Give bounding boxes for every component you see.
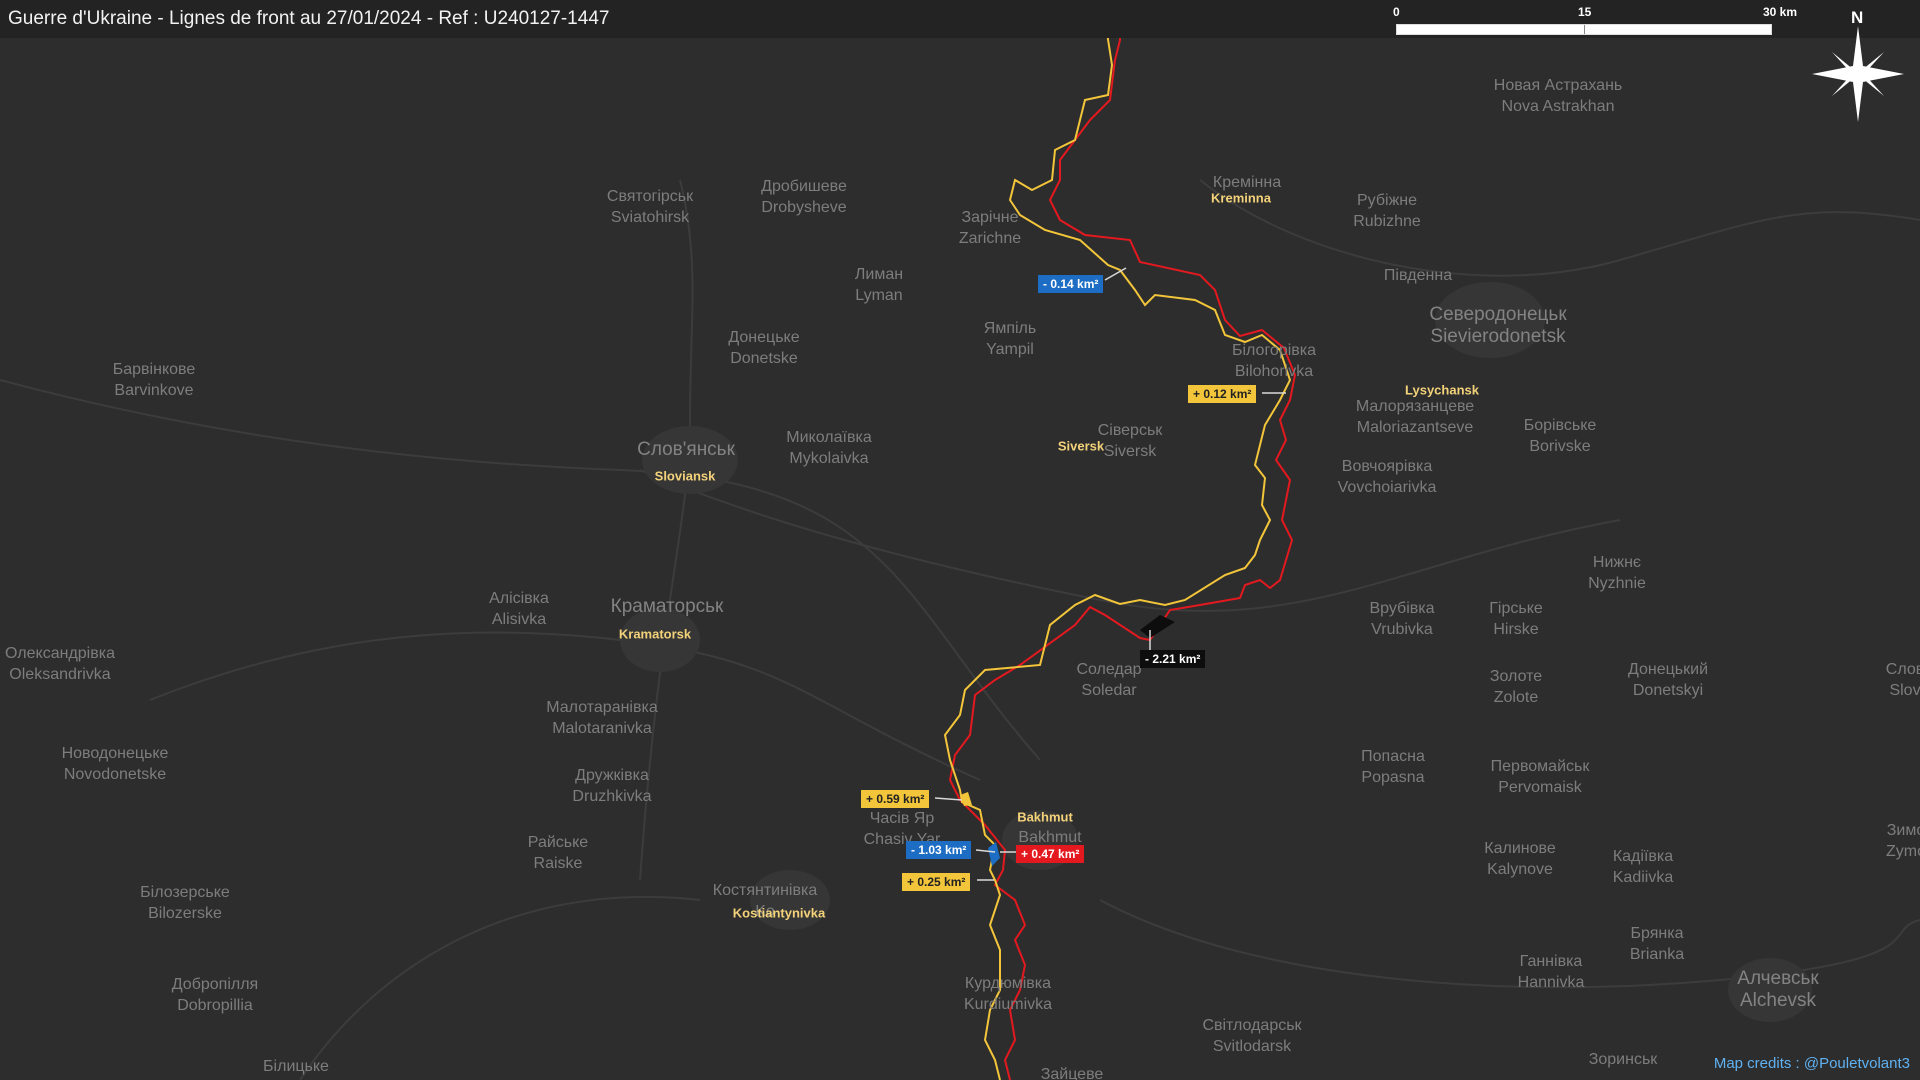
place-nyzhnie: Нижнє Nyzhnie (1588, 554, 1646, 592)
city-lysychansk: Lysychansk (1405, 382, 1479, 398)
place-zorynsk: Зоринськ (1588, 1051, 1658, 1068)
place-raiske: Райське Raiske (527, 834, 589, 872)
place-oleksandrivka: Олександрівка Oleksandrivka (5, 645, 115, 683)
place-kramatorsk: Краматорськ (610, 596, 724, 617)
place-kalynove: Калинове Kalynove (1484, 840, 1556, 878)
place-barvinkove: Барвінкове Barvinkove (112, 361, 196, 399)
place-mykolaivka: Миколаївка Mykolaivka (786, 429, 872, 467)
place-bilohorivka: Білогорівка Bilohorivka (1231, 342, 1317, 380)
place-popasna: Попасна Popasna (1361, 748, 1425, 786)
place-donetskyi: Донецький Donetskyi (1627, 661, 1709, 699)
front-line-yellow (943, 0, 1292, 1080)
chasiv-yar-gain-shape (960, 792, 972, 806)
change-label-chasiv-yar: + 0.59 km² (861, 790, 930, 808)
place-nova-astrakhan: Новая Астрахань Nova Astrakhan (1493, 77, 1623, 115)
scale-bar-second-half (1585, 25, 1771, 34)
scale-label-30: 30 km (1763, 5, 1798, 19)
bakhmut-loss-shape (988, 842, 1000, 866)
change-label-bilohorivka: + 0.12 km² (1188, 385, 1257, 403)
place-malotaranivka: Малотаранівка Malotaranivka (546, 699, 658, 737)
place-alisivka: Алісівка Alisivka (489, 590, 549, 628)
soledar-loss-shape (1140, 615, 1175, 638)
change-label-bakhmut-loss: - 1.03 km² (906, 841, 972, 859)
place-bilytske: Білицьке (263, 1058, 329, 1075)
place-alchevsk: Алчевськ Alchevsk (1737, 968, 1819, 1011)
place-brianka: Брянка Brianka (1629, 925, 1685, 963)
scale-bar-graphic (1396, 24, 1772, 35)
city-bakhmut: Bakhmut (1017, 809, 1073, 825)
change-label-south: + 0.25 km² (902, 873, 971, 891)
place-maloriazantseve: Малорязанцеве Maloriazantseve (1355, 398, 1475, 436)
place-zaitseve: Зайцеве (1040, 1066, 1104, 1080)
place-pervomaisk: Первомайськ Pervomaisk (1490, 758, 1590, 796)
place-slov-edge: Слов Slov (1885, 661, 1920, 699)
place-novodonetske: Новодонецьке Novodonetske (61, 745, 169, 783)
map-credits: Map credits : @Pouletvolant3 (1713, 1055, 1910, 1072)
place-borivske: Борівське Borivske (1523, 417, 1597, 455)
map-title: Guerre d'Ukraine - Lignes de front au 27… (8, 8, 610, 29)
place-kadiivka: Кадіївка Kadiivka (1612, 848, 1674, 886)
place-zolote: Золоте Zolote (1489, 668, 1543, 706)
compass-rose-icon (1812, 26, 1904, 122)
place-drobysheve: Дробишеве Drobysheve (761, 178, 847, 216)
place-zymo: ЗимоZymo (1886, 822, 1920, 860)
city-kreminna: Kreminna (1211, 190, 1271, 206)
place-rubizhne: Рубіжне Rubizhne (1353, 192, 1421, 230)
map-layer (0, 0, 1920, 1080)
city-siversk: Siversk (1057, 438, 1105, 454)
place-sloviansk: Слов'янськ (637, 439, 735, 460)
place-kurdiumivka: Курдюмівка Kurdiumivka (963, 975, 1053, 1013)
place-vovchoiarivka: Вовчоярівка Vovchoiarivka (1337, 458, 1437, 496)
scale-label-15: 15 (1578, 5, 1592, 19)
place-pidvenna: Південна (1383, 267, 1453, 284)
city-kramatorsk: Kramatorsk (618, 626, 692, 642)
place-zarichne: Зарічне Zarichne (958, 209, 1022, 247)
place-soledar: Соледар Soledar (1076, 661, 1142, 699)
city-kostiantynivka: Kostiantynivka (732, 905, 826, 921)
place-dobropillia: Добропілля Dobropillia (171, 976, 259, 1014)
place-lyman: Лиман Lyman (854, 266, 904, 304)
place-hannivka: Ганнівка Hannivka (1517, 953, 1585, 991)
place-yampil: Ямпіль Yampil (983, 320, 1037, 358)
place-sviatohirsk: Святогірськ Sviatohirsk (606, 188, 694, 226)
change-label-zarichne: - 0.14 km² (1038, 275, 1104, 293)
city-sloviansk: Sloviansk (654, 468, 716, 484)
map-canvas[interactable]: Guerre d'Ukraine - Lignes de front au 27… (0, 0, 1920, 1080)
change-label-soledar: - 2.21 km² (1140, 650, 1206, 668)
place-svitlodarsk: Світлодарськ Svitlodarsk (1202, 1017, 1302, 1055)
scale-bar-first-half (1397, 25, 1585, 34)
place-sievierodonetsk: Северодонецьк Sievierodonetsk (1429, 304, 1567, 347)
change-label-bakhmut-gain: + 0.47 km² (1016, 845, 1085, 863)
front-line-red (948, 0, 1297, 1080)
scale-label-0: 0 (1393, 5, 1400, 19)
place-druzhkivka: Дружківка Druzhkivka (572, 767, 652, 805)
place-siversk: Сіверськ Siversk (1097, 422, 1163, 460)
place-bilozerske: Білозерське Bilozerske (140, 884, 230, 922)
place-vrubivka: Врубівка Vrubivka (1369, 600, 1435, 638)
place-donetske: Донецьке Donetske (728, 329, 800, 367)
place-hirske: Гірське Hirske (1489, 600, 1543, 638)
